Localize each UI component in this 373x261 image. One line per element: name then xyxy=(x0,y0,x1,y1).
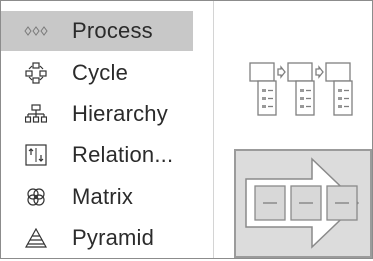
category-label: Relation... xyxy=(72,142,174,167)
category-label: Pyramid xyxy=(72,225,155,250)
category-item-cycle[interactable]: Cycle xyxy=(1,53,193,93)
hierarchy-icon xyxy=(23,101,49,127)
category-item-pyramid[interactable]: Pyramid xyxy=(1,218,193,258)
category-label: Matrix xyxy=(72,184,134,209)
accent-process-thumbnail[interactable] xyxy=(240,57,364,121)
category-label: Process xyxy=(72,18,153,43)
pyramid-icon xyxy=(23,225,49,251)
layout-gallery xyxy=(214,1,372,258)
category-item-relationship[interactable]: Relation... xyxy=(1,135,193,175)
matrix-icon xyxy=(23,184,49,210)
category-label: Cycle xyxy=(72,60,129,85)
process-icon xyxy=(23,18,49,44)
smartart-gallery-panel: Process Cycle Hierarchy Relation... Matr… xyxy=(0,0,373,259)
category-item-hierarchy[interactable]: Hierarchy xyxy=(1,94,193,134)
category-list: Process Cycle Hierarchy Relation... Matr… xyxy=(1,1,193,258)
basic-chevron-arrow-process-thumbnail[interactable] xyxy=(234,149,372,258)
category-label: Hierarchy xyxy=(72,101,168,126)
category-item-matrix[interactable]: Matrix xyxy=(1,177,193,217)
cycle-icon xyxy=(23,60,49,86)
category-item-process[interactable]: Process xyxy=(1,11,193,51)
relationship-icon xyxy=(23,142,49,168)
